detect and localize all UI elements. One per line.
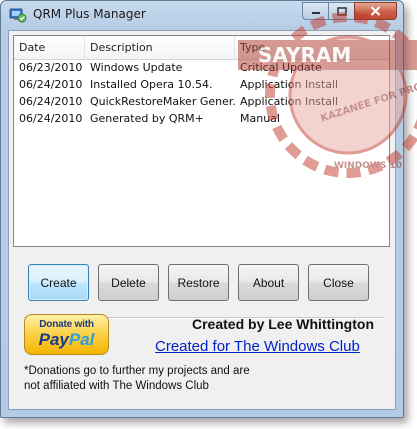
restore-button[interactable]: Restore (168, 264, 229, 301)
row-date: 06/23/2010 (19, 61, 83, 74)
window-title: QRM Plus Manager (33, 7, 146, 21)
row-description: Installed Opera 10.54. (90, 78, 213, 91)
row-type: Manual (240, 112, 280, 125)
action-buttons: Create Delete Restore About Close (28, 264, 378, 302)
donation-note: *Donations go to further my projects and… (24, 365, 250, 392)
list-row[interactable]: 06/23/2010 Windows Update Critical Updat… (14, 59, 389, 76)
row-type: Application Install (240, 78, 339, 91)
list-header: Date Description Type (14, 36, 389, 60)
column-header-date[interactable]: Date (14, 36, 85, 59)
column-header-description[interactable]: Description (85, 36, 235, 59)
create-button[interactable]: Create (28, 264, 89, 301)
minimize-icon (311, 12, 320, 14)
app-window: QRM Plus Manager Date Description Type 0… (0, 0, 404, 418)
maximize-button[interactable] (328, 2, 354, 20)
close-window-button[interactable] (354, 2, 397, 20)
row-date: 06/24/2010 (19, 95, 83, 108)
row-date: 06/24/2010 (19, 112, 83, 125)
restore-point-list[interactable]: Date Description Type 06/23/2010 Windows… (13, 35, 390, 247)
paypal-donate-button[interactable]: Donate with PayPal (24, 314, 109, 355)
maximize-icon (336, 6, 347, 16)
delete-button[interactable]: Delete (98, 264, 159, 301)
minimize-button[interactable] (302, 2, 328, 20)
row-description: Generated by QRM+ (90, 112, 204, 125)
client-area: Date Description Type 06/23/2010 Windows… (8, 30, 396, 410)
title-bar[interactable]: QRM Plus Manager (1, 1, 403, 29)
caption-buttons (302, 2, 397, 21)
row-date: 06/24/2010 (19, 78, 83, 91)
author-credit: Created by Lee Whittington (192, 316, 374, 332)
close-button[interactable]: Close (308, 264, 369, 301)
row-type: Critical Update (240, 61, 322, 74)
list-row[interactable]: 06/24/2010 Generated by QRM+ Manual (14, 110, 389, 127)
row-description: QuickRestoreMaker Gener... (90, 95, 235, 108)
paypal-donate-label: Donate with (39, 319, 94, 330)
about-button[interactable]: About (238, 264, 299, 301)
list-row[interactable]: 06/24/2010 QuickRestoreMaker Gener... Ap… (14, 93, 389, 110)
list-row[interactable]: 06/24/2010 Installed Opera 10.54. Applic… (14, 76, 389, 93)
list-rows: 06/23/2010 Windows Update Critical Updat… (14, 59, 389, 127)
app-icon (9, 8, 27, 23)
column-header-type[interactable]: Type (235, 36, 389, 59)
row-type: Application Install (240, 95, 339, 108)
windows-club-link[interactable]: Created for The Windows Club (155, 338, 360, 355)
close-icon (370, 6, 381, 16)
paypal-logo: PayPal (38, 330, 95, 349)
row-description: Windows Update (90, 61, 183, 74)
